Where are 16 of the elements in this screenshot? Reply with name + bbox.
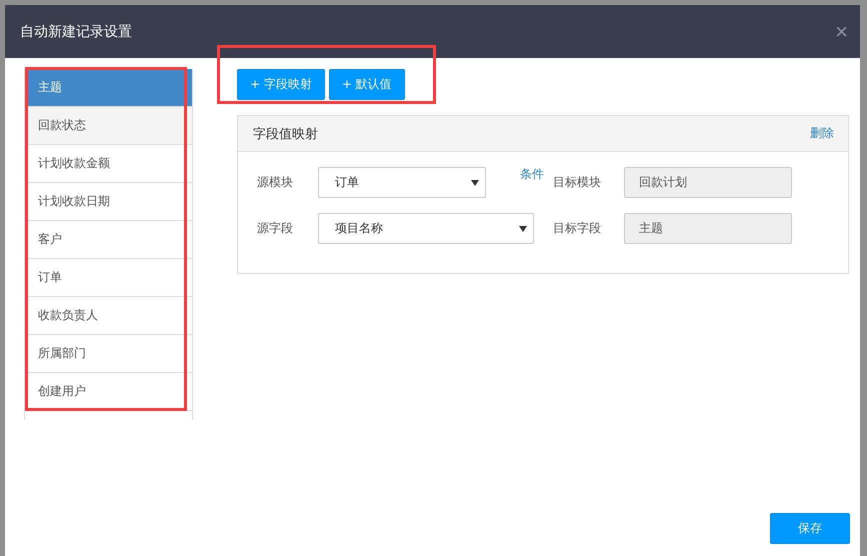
source-select[interactable]: 项目名称 — [318, 213, 534, 244]
caret-icon — [519, 226, 527, 232]
panel-title: 字段值映射 — [253, 126, 318, 142]
readonly-field[interactable]: 回款计划 — [624, 167, 792, 198]
dialog-title: 自动新建记录设置 — [20, 22, 132, 40]
field-label: 目标字段 — [553, 220, 602, 237]
condition-link[interactable]: 条件 — [520, 166, 544, 183]
field-label: 源模块 — [257, 174, 294, 191]
field-label: 源字段 — [257, 220, 294, 237]
delete-link[interactable]: 删除 — [810, 125, 834, 142]
source-select[interactable]: 订单 — [318, 167, 486, 198]
caret-icon — [471, 180, 479, 186]
field-label: 目标模块 — [553, 174, 602, 191]
field-list-item[interactable]: 主题 — [25, 69, 192, 107]
readonly-field[interactable]: 主题 — [624, 213, 792, 244]
field-list-item[interactable]: 回款状态 — [25, 107, 192, 145]
